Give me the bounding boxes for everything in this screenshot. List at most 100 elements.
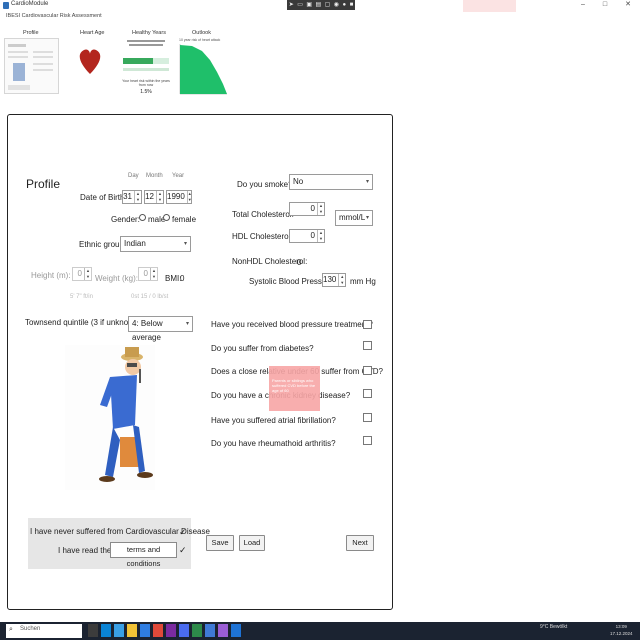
word-icon[interactable] (205, 624, 215, 637)
family-cvd-checkbox[interactable] (363, 366, 372, 375)
down-arrow-icon[interactable]: ▼ (157, 197, 163, 203)
total-cholesterol-spinner[interactable]: 0 ▲ ▼ (289, 202, 325, 216)
profile-thumbnail-preview (8, 44, 53, 90)
dob-day-spinner[interactable]: 31 ▲ ▼ (122, 190, 142, 204)
record-icon[interactable]: ◉ (334, 0, 339, 10)
down-arrow-icon[interactable]: ▼ (318, 209, 324, 215)
tab-profile[interactable]: Profile (23, 30, 39, 36)
outlook-icon[interactable] (140, 624, 150, 637)
ethnic-group-label: Ethnic group (79, 240, 124, 249)
height-imperial-hint: 5' 7" ft/in (70, 294, 93, 300)
task-view-icon[interactable] (88, 624, 98, 637)
notification-area (463, 0, 516, 12)
onenote-icon[interactable] (166, 624, 176, 637)
down-arrow-icon[interactable]: ▼ (151, 274, 157, 280)
down-arrow-icon[interactable]: ▼ (135, 197, 141, 203)
visual-studio-icon[interactable] (218, 624, 228, 637)
stop-icon[interactable]: ■ (350, 0, 354, 10)
folder-icon[interactable]: ▤ (316, 0, 322, 10)
systolic-bp-value[interactable]: 130 (323, 274, 338, 286)
cursor-icon[interactable]: ➤ (289, 0, 294, 10)
down-arrow-icon[interactable]: ▼ (318, 236, 324, 242)
total-cholesterol-value[interactable]: 0 (290, 203, 317, 215)
bp-treatment-checkbox[interactable] (363, 320, 372, 329)
height-spinner[interactable]: 0 ▲ ▼ (72, 267, 92, 281)
heart-icon (79, 49, 101, 74)
ethnic-group-value: Indian (124, 239, 146, 248)
gender-male-radio[interactable] (139, 214, 146, 221)
weather-widget[interactable]: 9°C Bewölkt (540, 624, 567, 630)
dob-year-value[interactable]: 1990 (167, 191, 187, 203)
tab-heart-age[interactable]: Heart Age (80, 30, 104, 36)
taskbar-search[interactable]: ⌕ Suchen (6, 624, 82, 638)
height-value[interactable]: 0 (73, 268, 84, 280)
highlight-icon[interactable]: ▣ (306, 0, 312, 10)
profile-thumbnail[interactable] (4, 38, 59, 94)
weight-spinner[interactable]: 0 ▲ ▼ (138, 267, 158, 281)
active-app-icon[interactable] (231, 624, 241, 637)
dob-day-value[interactable]: 31 (123, 191, 134, 203)
app-icon (3, 2, 9, 9)
load-button[interactable]: Load (239, 535, 265, 551)
chrome-icon[interactable] (153, 624, 163, 637)
dob-year-spinner[interactable]: 1990 ▲ ▼ (166, 190, 192, 204)
down-arrow-icon[interactable]: ▼ (85, 274, 91, 280)
dob-year-label: Year (172, 173, 185, 179)
diabetes-checkbox[interactable] (363, 341, 372, 350)
smoke-select[interactable]: No ▾ (289, 174, 373, 190)
circle-icon[interactable]: ● (343, 0, 347, 10)
hdl-cholesterol-spinner[interactable]: 0 ▲ ▼ (289, 229, 325, 243)
chevron-down-icon: ▾ (365, 179, 369, 185)
outlook-thumbnail[interactable]: 10 year risk of heart attack (177, 38, 229, 95)
smoke-label: Do you smoke? (237, 180, 293, 189)
teams-icon[interactable] (179, 624, 189, 637)
minimize-button[interactable]: – (581, 0, 585, 10)
search-icon: ⌕ (9, 626, 13, 633)
tab-healthy-years[interactable]: Healthy Years (132, 30, 166, 36)
weight-imperial-hint: 0st 15 / 0 lb/st (131, 294, 169, 300)
app-icon[interactable] (114, 624, 124, 637)
down-arrow-icon[interactable]: ▼ (188, 197, 192, 203)
file-explorer-icon[interactable] (127, 624, 137, 637)
gender-label: Gender: (111, 215, 140, 224)
edge-icon[interactable] (101, 624, 111, 637)
tab-outlook[interactable]: Outlook (192, 30, 211, 36)
never-cvd-checkmark-icon[interactable]: ✓ (179, 527, 187, 538)
dob-month-spinner[interactable]: 12 ▲ ▼ (144, 190, 164, 204)
dob-day-label: Day (128, 173, 139, 179)
close-button[interactable]: ✕ (625, 0, 631, 10)
healthy-years-thumbnail[interactable]: Your heart risk within the years from no… (121, 38, 171, 95)
taskbar-apps[interactable] (88, 624, 241, 637)
kidney-disease-checkbox[interactable] (363, 389, 372, 398)
down-arrow-icon[interactable]: ▼ (339, 280, 345, 286)
hdl-cholesterol-value[interactable]: 0 (290, 230, 317, 242)
window-icon[interactable]: ▭ (297, 0, 303, 10)
height-label: Height (m): (31, 271, 71, 280)
ethnic-group-select[interactable]: Indian ▾ (120, 236, 191, 252)
system-clock[interactable]: 13:09 17.12.2024 (610, 623, 633, 637)
heart-age-thumbnail[interactable] (78, 38, 102, 94)
bmi-value: 0 (180, 274, 185, 283)
read-terms-label: I have read the (58, 546, 112, 555)
dob-month-value[interactable]: 12 (145, 191, 156, 203)
patient-illustration (65, 345, 155, 490)
save-button[interactable]: Save (206, 535, 234, 551)
weight-value[interactable]: 0 (139, 268, 150, 280)
terms-and-conditions-button[interactable]: terms and conditions (110, 542, 177, 568)
next-button[interactable]: Next (346, 535, 374, 551)
question-atrial-fibrillation: Have you suffered atrial fibrillation? (211, 416, 336, 425)
capture-toolbar[interactable]: ➤ ▭ ▣ ▤ ▢ ◉ ● ■ (287, 0, 355, 10)
rheumatoid-arthritis-checkbox[interactable] (363, 436, 372, 445)
maximize-button[interactable]: □ (603, 0, 607, 10)
window-controls[interactable]: – □ ✕ (572, 0, 640, 10)
window-icon[interactable]: ▢ (325, 0, 331, 10)
atrial-fibrillation-checkbox[interactable] (363, 413, 372, 422)
townsend-select[interactable]: 4: Below average ▾ (128, 316, 193, 342)
terms-checkmark-icon[interactable]: ✓ (179, 545, 187, 556)
taskbar-search-placeholder: Suchen (20, 626, 41, 632)
gender-female-radio[interactable] (163, 214, 170, 221)
cholesterol-unit-select[interactable]: mmol/L ▾ (335, 210, 373, 226)
healthy-years-percent: 1.5% (140, 89, 152, 95)
systolic-bp-spinner[interactable]: 130 ▲ ▼ (322, 273, 346, 287)
excel-icon[interactable] (192, 624, 202, 637)
